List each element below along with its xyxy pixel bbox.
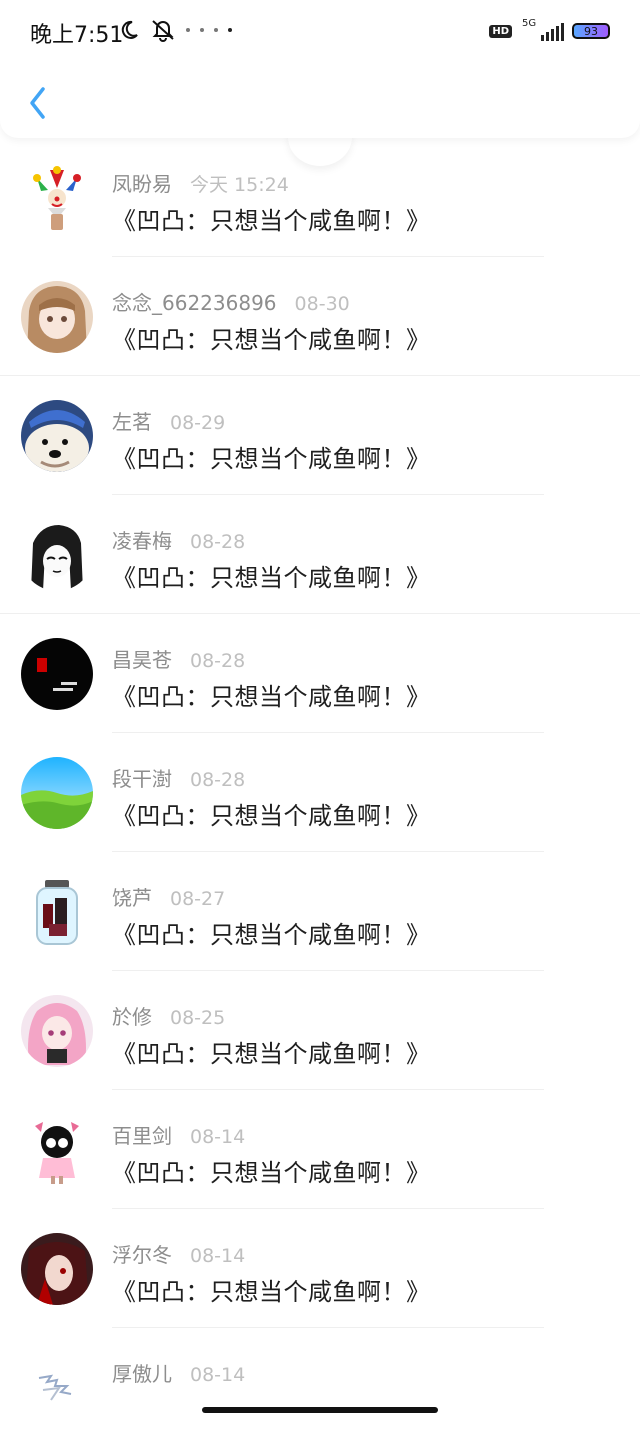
notification-dot — [200, 28, 204, 32]
comment-meta: 厚傲儿 08-14 — [112, 1358, 245, 1387]
user-name[interactable]: 左茗 — [112, 406, 152, 435]
comment-meta: 段干澍 08-28 — [112, 763, 245, 792]
user-name[interactable]: 凌春梅 — [112, 525, 172, 554]
list-item[interactable]: 於修 08-25 《凹凸：只想当个咸鱼啊！》 — [0, 971, 640, 1090]
notification-dot — [228, 28, 232, 32]
comment-time: 08-28 — [190, 650, 246, 672]
dog-avatar-icon[interactable] — [21, 400, 93, 472]
user-name[interactable]: 段干澍 — [112, 763, 172, 792]
notification-dot — [214, 28, 218, 32]
user-name[interactable]: 百里剑 — [112, 1120, 172, 1149]
comment-meta: 凤盼易 今天 15:24 — [112, 168, 289, 197]
battery-icon: 93 — [572, 23, 610, 39]
jar-avatar-icon[interactable] — [21, 876, 93, 948]
comment-meta: 念念_662236896 08-30 — [112, 287, 350, 316]
grass-sky-avatar-icon[interactable] — [21, 757, 93, 829]
user-name[interactable]: 昌昊苍 — [112, 644, 172, 673]
comment-list: 凤盼易 今天 15:24 《凹凸：只想当个咸鱼啊！》 念念_662236896 … — [0, 138, 640, 1447]
notification-dot — [186, 28, 190, 32]
list-item[interactable]: 念念_662236896 08-30 《凹凸：只想当个咸鱼啊！》 — [0, 257, 640, 376]
comment-time: 08-30 — [294, 293, 350, 315]
comment-text: 《凹凸：只想当个咸鱼啊！》 — [112, 1278, 431, 1306]
comment-time: 今天 15:24 — [190, 174, 289, 196]
red-eye-avatar-icon[interactable] — [21, 1233, 93, 1305]
list-item[interactable]: 昌昊苍 08-28 《凹凸：只想当个咸鱼啊！》 — [0, 614, 640, 733]
clown-avatar-icon[interactable] — [21, 162, 93, 234]
list-item[interactable]: 厚傲儿 08-14 — [0, 1328, 640, 1447]
user-name[interactable]: 厚傲儿 — [112, 1358, 172, 1387]
anime-girl-avatar-icon[interactable] — [21, 281, 93, 353]
comment-time: 08-28 — [190, 769, 246, 791]
list-item[interactable]: 左茗 08-29 《凹凸：只想当个咸鱼啊！》 — [0, 376, 640, 495]
list-item[interactable]: 浮尔冬 08-14 《凹凸：只想当个咸鱼啊！》 — [0, 1209, 640, 1328]
comment-time: 08-27 — [170, 888, 226, 910]
user-name[interactable]: 於修 — [112, 1001, 152, 1030]
user-name[interactable]: 凤盼易 — [112, 168, 172, 197]
silent-bell-icon — [152, 20, 174, 42]
comment-meta: 浮尔冬 08-14 — [112, 1239, 245, 1268]
user-name[interactable]: 浮尔冬 — [112, 1239, 172, 1268]
cute-girl-avatar-icon[interactable] — [21, 1114, 93, 1186]
list-item[interactable]: 百里剑 08-14 《凹凸：只想当个咸鱼啊！》 — [0, 1090, 640, 1209]
comment-text: 《凹凸：只想当个咸鱼啊！》 — [112, 445, 431, 473]
comment-meta: 凌春梅 08-28 — [112, 525, 245, 554]
comment-time: 08-28 — [190, 531, 246, 553]
network-label: 5G — [522, 18, 537, 29]
home-indicator[interactable] — [202, 1407, 438, 1413]
dark-text-avatar-icon[interactable] — [21, 638, 93, 710]
comment-text: 《凹凸：只想当个咸鱼啊！》 — [112, 683, 431, 711]
pink-hair-avatar-icon[interactable] — [21, 995, 93, 1067]
user-name[interactable]: 饶芦 — [112, 882, 152, 911]
sketch-girl-avatar-icon[interactable] — [21, 519, 93, 591]
comment-text: 《凹凸：只想当个咸鱼啊！》 — [112, 326, 431, 354]
comment-text: 《凹凸：只想当个咸鱼啊！》 — [112, 564, 431, 592]
comment-meta: 百里剑 08-14 — [112, 1120, 245, 1149]
back-button[interactable] — [24, 84, 52, 122]
status-icons-right: HD 5G 93 — [489, 18, 610, 42]
status-bar: 晚上7:51 HD 5G 93 — [0, 0, 640, 64]
comment-text: 《凹凸：只想当个咸鱼啊！》 — [112, 802, 431, 830]
comment-time: 08-14 — [190, 1245, 246, 1267]
moon-icon — [121, 20, 138, 39]
status-time: 晚上7:51 — [30, 23, 124, 48]
comment-meta: 昌昊苍 08-28 — [112, 644, 245, 673]
battery-level: 93 — [584, 24, 598, 38]
list-item[interactable]: 凌春梅 08-28 《凹凸：只想当个咸鱼啊！》 — [0, 495, 640, 614]
list-item[interactable]: 饶芦 08-27 《凹凸：只想当个咸鱼啊！》 — [0, 852, 640, 971]
list-item[interactable]: 段干澍 08-28 《凹凸：只想当个咸鱼啊！》 — [0, 733, 640, 852]
chevron-left-icon[interactable] — [26, 85, 50, 121]
comment-meta: 左茗 08-29 — [112, 406, 225, 435]
comment-text: 《凹凸：只想当个咸鱼啊！》 — [112, 1159, 431, 1187]
comment-text: 《凹凸：只想当个咸鱼啊！》 — [112, 1040, 431, 1068]
comment-time: 08-14 — [190, 1364, 246, 1386]
comment-time: 08-25 — [170, 1007, 226, 1029]
comment-text: 《凹凸：只想当个咸鱼啊！》 — [112, 207, 431, 235]
comment-time: 08-14 — [190, 1126, 246, 1148]
user-name[interactable]: 念念_662236896 — [112, 287, 277, 316]
comment-time: 08-29 — [170, 412, 226, 434]
status-icons-left — [118, 18, 232, 42]
comment-meta: 於修 08-25 — [112, 1001, 225, 1030]
sketch-avatar-icon[interactable] — [21, 1352, 93, 1424]
signal-icon: 5G — [520, 18, 564, 42]
comment-text: 《凹凸：只想当个咸鱼啊！》 — [112, 921, 431, 949]
comment-meta: 饶芦 08-27 — [112, 882, 225, 911]
hd-badge: HD — [489, 24, 512, 38]
